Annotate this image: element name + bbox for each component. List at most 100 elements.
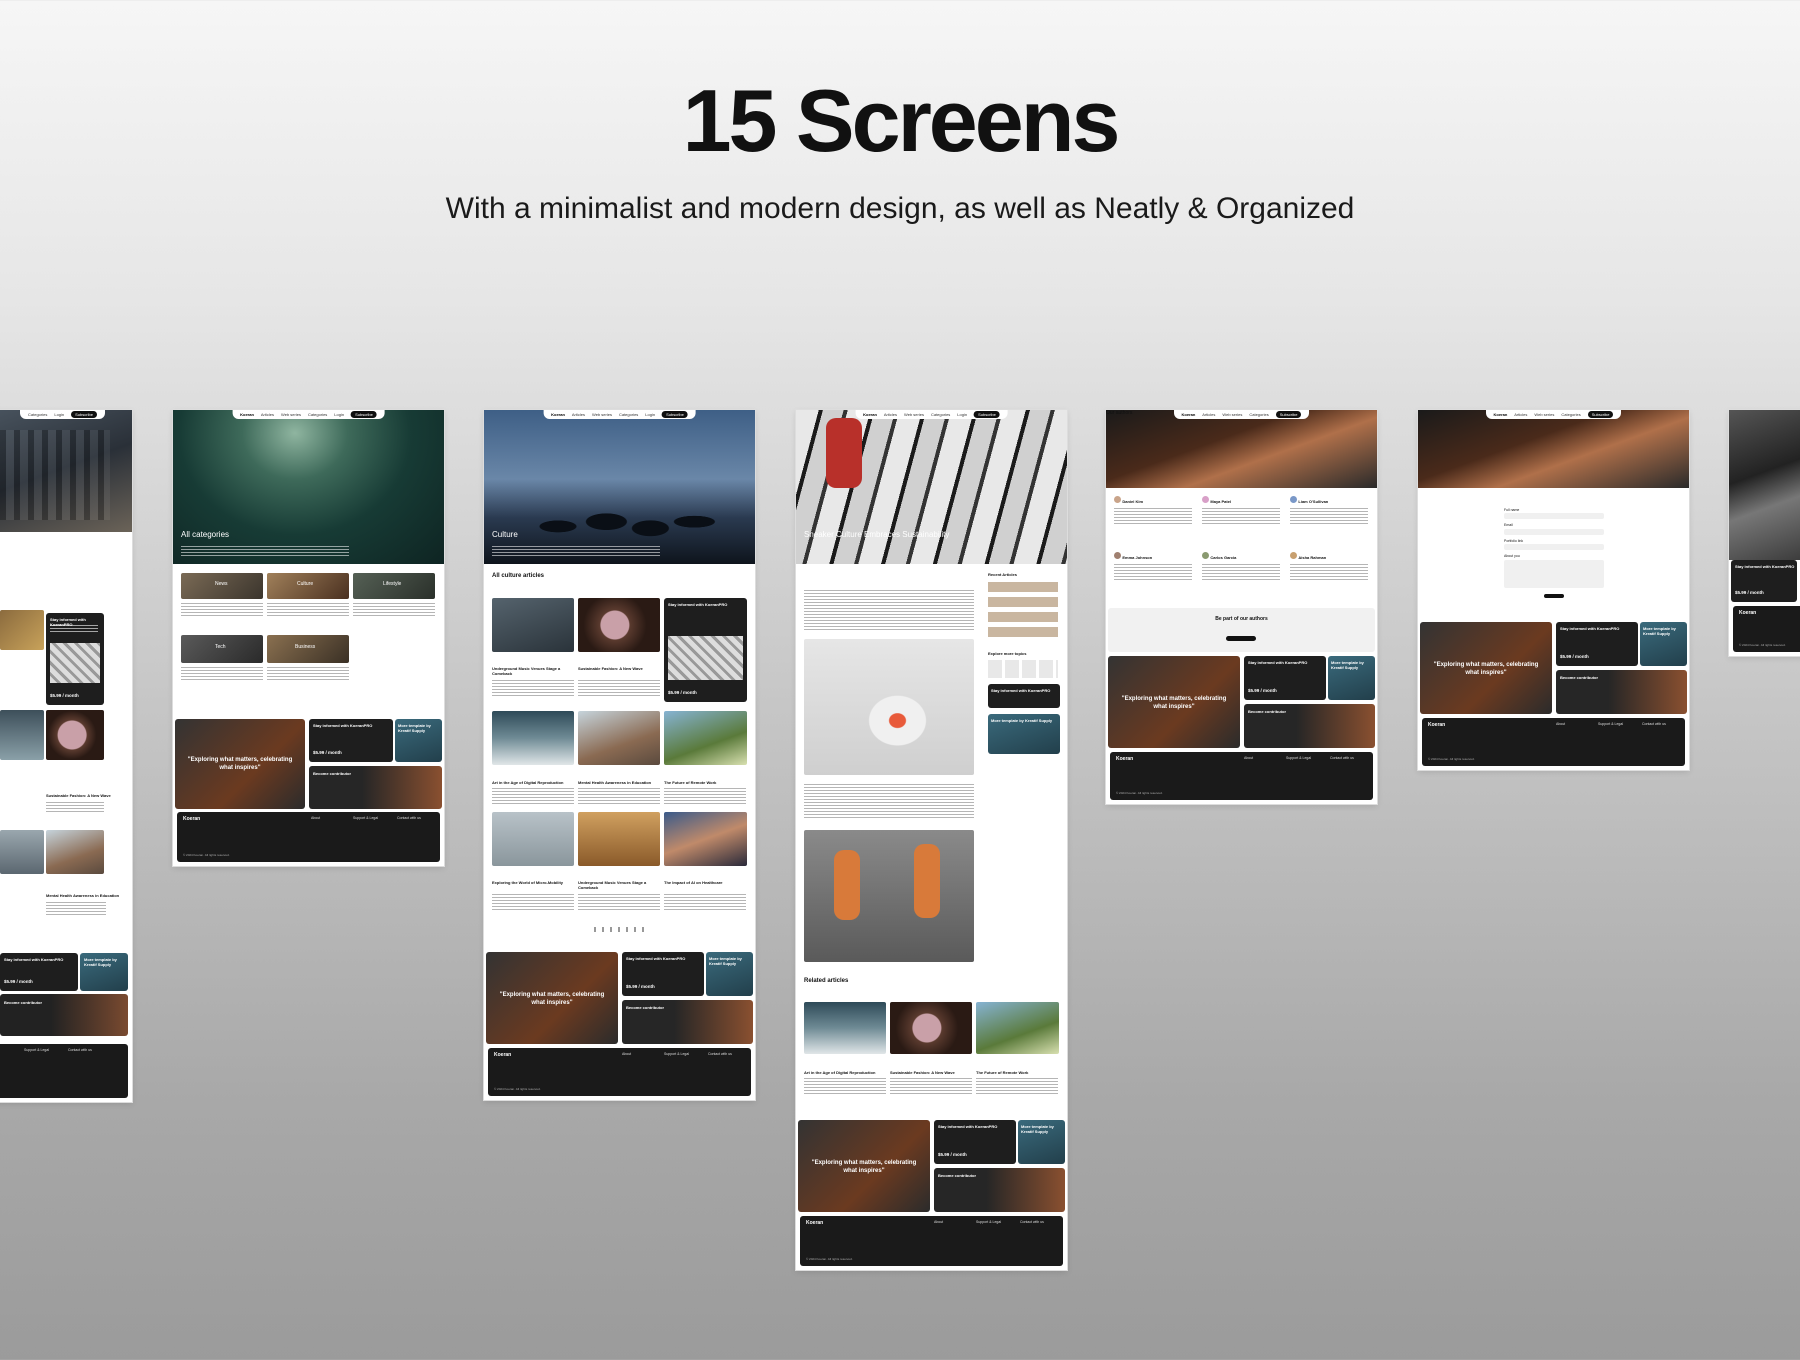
nav-categories[interactable]: Categories: [931, 412, 950, 417]
author-card[interactable]: Daniel Kim: [1114, 496, 1194, 525]
article-thumbnail[interactable]: [46, 710, 104, 760]
nav-login[interactable]: Login: [957, 412, 967, 417]
contributor-card[interactable]: Become contributor: [309, 766, 442, 809]
screen-preview-become-author[interactable]: Become author Koeran Articles Web series…: [1418, 410, 1689, 770]
article-thumbnail[interactable]: [890, 1002, 972, 1054]
article-thumbnail[interactable]: [0, 710, 44, 760]
nav-articles[interactable]: Articles: [261, 412, 274, 417]
contributor-card[interactable]: Become contributor: [1556, 670, 1687, 714]
brand-logo[interactable]: Koeran: [1182, 412, 1196, 417]
nav-web-series[interactable]: Web series: [904, 412, 924, 417]
article-title[interactable]: Mental Health Awareness in Education: [46, 893, 126, 898]
article-title[interactable]: Mental Health Awareness in Education: [578, 780, 660, 785]
article-thumbnail[interactable]: [976, 1002, 1059, 1054]
article-thumbnail[interactable]: [492, 711, 574, 765]
contributor-card[interactable]: Become contributor: [1244, 704, 1375, 748]
subscribe-button[interactable]: Subscribe: [71, 411, 97, 418]
nav-articles[interactable]: Articles: [1514, 412, 1527, 417]
article-thumbnail[interactable]: [0, 610, 44, 650]
nav-web-series[interactable]: Web series: [1222, 412, 1242, 417]
brand-logo[interactable]: Koeran: [1494, 412, 1508, 417]
more-templates-card[interactable]: More template by Kreatif Supply: [1018, 1120, 1065, 1164]
article-title[interactable]: The Impact of AI on Healthcare: [664, 880, 746, 885]
article-title[interactable]: The Future of Remote Work: [976, 1070, 1058, 1075]
category-card-tech[interactable]: Tech: [181, 635, 263, 663]
name-field[interactable]: [1504, 513, 1604, 520]
email-field[interactable]: [1504, 528, 1604, 535]
portfolio-field[interactable]: [1504, 544, 1604, 551]
nav-login[interactable]: Login: [54, 412, 64, 417]
category-card-business[interactable]: Business: [267, 635, 349, 663]
subscribe-button[interactable]: Subscribe: [1275, 411, 1302, 418]
subscribe-button[interactable]: Subscribe: [974, 411, 1000, 418]
nav-articles[interactable]: Articles: [884, 412, 897, 417]
article-title[interactable]: Sustainable Fashion: A New Wave: [890, 1070, 972, 1075]
article-title[interactable]: Underground Music Venues Stage a Comebac…: [492, 666, 574, 676]
nav-categories[interactable]: Categories: [308, 412, 327, 417]
screen-preview-article-detail[interactable]: Sneaker Culture Embraces Sustainability …: [796, 410, 1067, 1270]
article-title[interactable]: Sustainable Fashion: A New Wave: [578, 666, 660, 671]
nav-categories[interactable]: Categories: [619, 412, 638, 417]
category-card-culture[interactable]: Culture: [267, 573, 349, 599]
author-card[interactable]: Maya Patel: [1202, 496, 1282, 525]
article-thumbnail[interactable]: [804, 1002, 886, 1054]
category-card-news[interactable]: News: [181, 573, 263, 599]
more-templates-card[interactable]: More template by Kreatif Supply: [1328, 656, 1375, 700]
brand-logo[interactable]: Koeran: [863, 412, 877, 417]
screen-preview-culture[interactable]: Culture Koeran Articles Web series Categ…: [484, 410, 755, 1100]
nav-categories[interactable]: Categories: [1561, 412, 1580, 417]
article-thumbnail[interactable]: [664, 812, 747, 866]
brand-logo[interactable]: Koeran: [551, 412, 565, 417]
pagination[interactable]: [594, 927, 644, 932]
nav-web-series[interactable]: Web series: [592, 412, 612, 417]
subscribe-button[interactable]: Subscribe: [662, 411, 688, 418]
nav-web-series[interactable]: Web series: [281, 412, 301, 417]
nav-articles[interactable]: Articles: [572, 412, 585, 417]
nav-categories[interactable]: Categories: [28, 412, 47, 417]
authors-cta-button[interactable]: [1226, 636, 1256, 641]
topic-tags[interactable]: [988, 660, 1058, 678]
article-thumbnail[interactable]: [664, 711, 747, 765]
category-card-lifestyle[interactable]: Lifestyle: [353, 573, 435, 599]
contributor-card[interactable]: Become contributor: [622, 1000, 753, 1044]
author-card[interactable]: Aisha Rahman: [1290, 552, 1370, 581]
article-title[interactable]: Sustainable Fashion: A New Wave: [46, 793, 126, 798]
nav-login[interactable]: Login: [334, 412, 344, 417]
article-title[interactable]: Underground Music Venues Stage a Comebac…: [578, 880, 660, 890]
screen-preview-article-list[interactable]: Categories Login Subscribe Stay informed…: [0, 410, 132, 1102]
article-thumbnail[interactable]: [0, 830, 44, 874]
recent-articles-list[interactable]: [988, 582, 1058, 642]
brand-logo[interactable]: Koeran: [240, 412, 254, 417]
article-title[interactable]: Art in the Age of Digital Reproduction: [492, 780, 574, 785]
subscribe-button[interactable]: Subscribe: [1587, 411, 1614, 418]
screen-preview-categories[interactable]: All categories Koeran Articles Web serie…: [173, 410, 444, 866]
screen-preview-partial[interactable]: Stay informed with KoeranPRO $5.99 / mon…: [1729, 410, 1800, 656]
article-title[interactable]: The Future of Remote Work: [664, 780, 746, 785]
article-thumbnail[interactable]: [578, 812, 660, 866]
nav-login[interactable]: Login: [645, 412, 655, 417]
article-thumbnail[interactable]: [492, 598, 574, 652]
nav-articles[interactable]: Articles: [1202, 412, 1215, 417]
contributor-card[interactable]: Become contributor: [934, 1168, 1065, 1212]
more-templates-card[interactable]: More template by Kreatif Supply: [395, 719, 442, 762]
nav-web-series[interactable]: Web series: [1534, 412, 1554, 417]
subscribe-button[interactable]: Subscribe: [351, 411, 377, 418]
more-templates-card[interactable]: More template by Kreatif Supply: [1640, 622, 1687, 666]
article-title[interactable]: Exploring the World of Micro-Mobility: [492, 880, 574, 885]
contributor-card[interactable]: Become contributor: [0, 994, 128, 1036]
article-thumbnail[interactable]: [492, 812, 574, 866]
more-templates-card[interactable]: More template by Kreatif Supply: [706, 952, 753, 996]
more-templates-card[interactable]: More template by Kreatif Supply: [80, 953, 128, 991]
article-thumbnail[interactable]: [46, 830, 104, 874]
article-thumbnail[interactable]: [578, 598, 660, 652]
author-card[interactable]: Liam O'Sullivan: [1290, 496, 1370, 525]
author-card[interactable]: Emma Johnson: [1114, 552, 1194, 581]
submit-button[interactable]: [1544, 593, 1564, 598]
article-title[interactable]: Art in the Age of Digital Reproduction: [804, 1070, 886, 1075]
screen-preview-authors[interactable]: Our authors Koeran Articles Web series C…: [1106, 410, 1377, 804]
article-thumbnail[interactable]: [578, 711, 660, 765]
author-card[interactable]: Carlos Garcia: [1202, 552, 1282, 581]
about-textarea[interactable]: [1504, 559, 1604, 588]
nav-categories[interactable]: Categories: [1249, 412, 1268, 417]
more-templates-card[interactable]: More template by Kreatif Supply: [988, 714, 1060, 754]
